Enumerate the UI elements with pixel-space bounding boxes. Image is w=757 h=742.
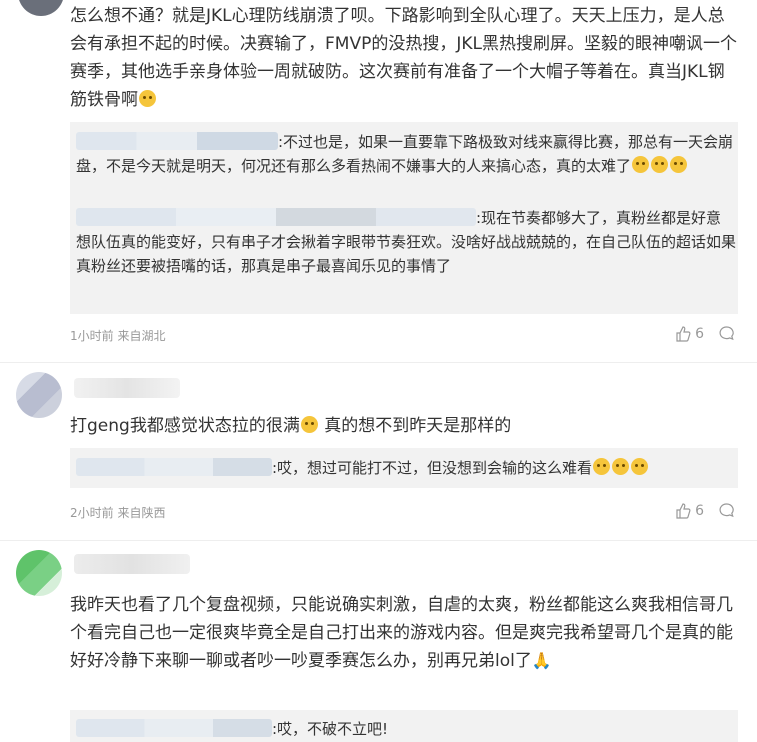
like-button[interactable]: 6 [675,503,704,519]
reply-username[interactable] [76,719,272,737]
username-blurred[interactable] [74,378,180,398]
crying-face-emoji [632,156,650,173]
comment-3-replies: :哎，不破不立吧! [70,710,738,742]
username-blurred[interactable] [74,554,190,574]
reply-1: :哎，不破不立吧! [76,717,736,741]
comment-1-replies: :不过也是，如果一直要靠下路极致对线来赢得比赛，那总有一天会崩盘，不是今天就是明… [70,122,738,314]
crying-face-emoji [612,458,630,475]
comment-2-text: 打geng我都感觉状态拉的很满 真的想不到昨天是那样的 [70,416,512,436]
comment-3-text: 我昨天也看了几个复盘视频，只能说确实刺激，自虐的太爽，粉丝都能这么爽我相信哥几个… [70,591,740,675]
comment-bubble-icon[interactable] [718,325,735,342]
divider [0,362,757,363]
crying-face-emoji [300,416,318,433]
comment-1-text: 怎么想不通？就是JKL心理防线崩溃了呗。下路影响到全队心理了。天天上压力，是人总… [70,6,737,110]
reply-2: :现在节奏都够大了，真粉丝都是好意想队伍真的能变好，只有串子才会揪着字眼带节奏狂… [76,208,737,275]
reply-username[interactable] [76,208,476,226]
like-count: 6 [695,502,704,519]
crying-face-emoji [631,458,649,475]
avatar[interactable] [16,550,62,596]
reply-username[interactable] [76,458,272,476]
crying-face-emoji [651,156,669,173]
crying-face-emoji [139,90,156,107]
thumb-up-icon [676,502,691,519]
comment-2-replies: :哎，想过可能打不过，但没想到会输的这么难看 [70,448,738,488]
reply-username[interactable] [76,132,278,150]
folded-hands-emoji: 🙏 [531,651,552,670]
divider [0,540,757,541]
avatar-top[interactable] [18,0,64,16]
crying-face-emoji [670,156,688,173]
comment-1-actions: 6 [675,325,735,342]
comment-1-time: 1小时前 来自湖北 [70,329,166,343]
comment-2-time: 2小时前 来自陕西 [70,506,166,520]
like-count: 6 [695,325,704,342]
comment-bubble-icon[interactable] [718,502,735,519]
reply-1: :不过也是，如果一直要靠下路极致对线来赢得比赛，那总有一天会崩盘，不是今天就是明… [76,132,734,175]
like-button[interactable]: 6 [675,326,704,342]
avatar[interactable] [16,372,62,418]
crying-face-emoji [593,458,611,475]
reply-1: :哎，想过可能打不过，但没想到会输的这么难看 [76,456,736,480]
comment-2-actions: 6 [675,502,735,519]
thumb-up-icon [676,325,691,342]
